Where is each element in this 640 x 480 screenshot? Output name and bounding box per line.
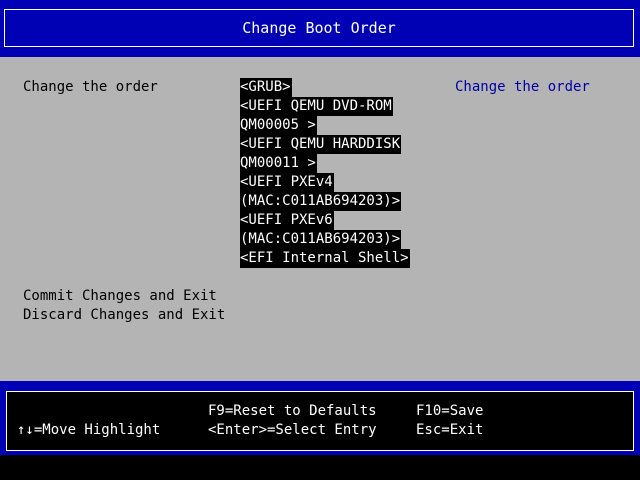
boot-list-line[interactable]: QM00005 > [240,116,317,135]
bios-screen: Change Boot Order Change the order <GRUB… [0,0,640,480]
commit-changes-button[interactable]: Commit Changes and Exit [23,287,217,306]
boot-list-line[interactable]: (MAC:C011AB694203)> [240,230,402,249]
main-panel: Change the order <GRUB> <UEFI QEMU DVD-R… [0,57,640,381]
move-highlight-hint: ↑↓=Move Highlight [17,422,161,438]
key-help-panel: ↑↓=Move Highlight F9=Reset to Defaults <… [6,391,634,451]
boot-order-list[interactable]: <GRUB> <UEFI QEMU DVD-ROM QM00005 > <UEF… [240,78,410,268]
boot-list-line[interactable]: <UEFI PXEv6 [240,211,334,230]
boot-list-line[interactable]: <GRUB> [240,78,292,97]
save-hint: F10=Save [416,403,484,419]
boot-list-line[interactable]: <UEFI QEMU HARDDISK [240,135,402,154]
select-entry-hint: <Enter>=Select Entry [208,422,377,438]
boot-list-line[interactable]: QM00011 > [240,154,317,173]
page-title: Change Boot Order [4,9,634,47]
footer-bar: ↑↓=Move Highlight F9=Reset to Defaults <… [0,381,640,455]
reset-defaults-hint: F9=Reset to Defaults [208,403,377,419]
bottom-margin [0,455,640,480]
order-label: Change the order [23,79,158,95]
boot-list-line[interactable]: <UEFI QEMU DVD-ROM [240,97,393,116]
title-bar: Change Boot Order [0,0,640,57]
boot-list-line[interactable]: <EFI Internal Shell> [240,249,410,268]
exit-hint: Esc=Exit [416,422,484,438]
help-text: Change the order [455,79,590,95]
discard-changes-button[interactable]: Discard Changes and Exit [23,306,225,325]
boot-list-line[interactable]: (MAC:C011AB694203)> [240,192,402,211]
boot-list-line[interactable]: <UEFI PXEv4 [240,173,334,192]
